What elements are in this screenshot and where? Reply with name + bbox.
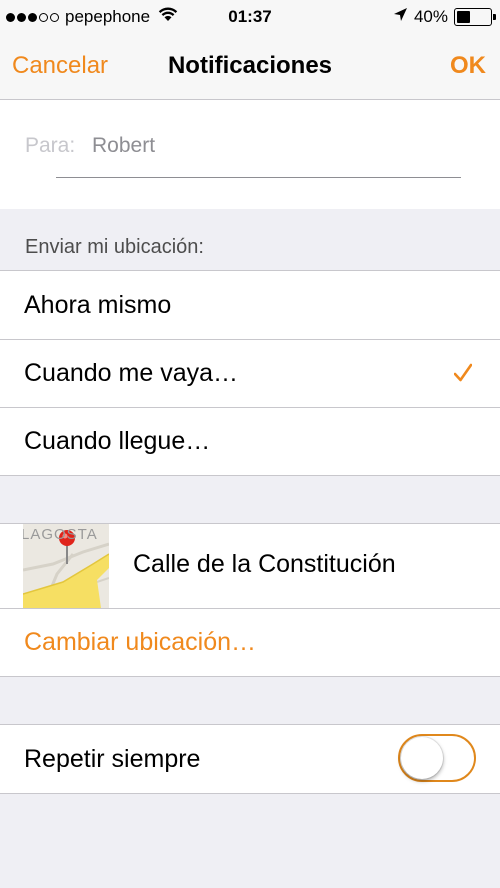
- recipient-underline: [56, 177, 461, 178]
- option-label: Cuando me vaya…: [24, 358, 239, 387]
- navigation-bar: Cancelar Notificaciones OK: [0, 34, 500, 100]
- option-now[interactable]: Ahora mismo: [0, 271, 500, 339]
- ok-button[interactable]: OK: [450, 52, 486, 80]
- battery-fill: [457, 11, 470, 23]
- repeat-group: Repetir siempre: [0, 724, 500, 794]
- repeat-label: Repetir siempre: [24, 744, 201, 773]
- option-when-leave[interactable]: Cuando me vaya…: [0, 339, 500, 407]
- option-label: Cuando llegue…: [24, 426, 211, 455]
- location-group: LAGOSTA Calle de la Constitución Cambiar…: [0, 523, 500, 677]
- checkmark-icon: [454, 363, 472, 382]
- location-arrow-icon: [393, 7, 408, 27]
- recipient-label: Para:: [25, 134, 76, 157]
- change-location-label: Cambiar ubicación…: [24, 627, 257, 656]
- location-address: Calle de la Constitución: [133, 550, 396, 578]
- change-location-button[interactable]: Cambiar ubicación…: [0, 608, 500, 676]
- toggle-knob: [401, 737, 443, 779]
- repeat-toggle[interactable]: [398, 734, 476, 782]
- recipient-field[interactable]: Robert: [92, 134, 155, 158]
- battery-icon: [454, 8, 496, 26]
- status-bar: pepephone 01:37 40%: [0, 0, 500, 34]
- cancel-button[interactable]: Cancelar: [12, 52, 108, 80]
- option-when-arrive[interactable]: Cuando llegue…: [0, 407, 500, 475]
- repeat-row: Repetir siempre: [0, 725, 500, 793]
- battery-percent: 40%: [413, 7, 448, 26]
- send-location-header: Enviar mi ubicación:: [25, 236, 204, 258]
- location-row[interactable]: LAGOSTA Calle de la Constitución: [0, 524, 500, 608]
- map-thumbnail: LAGOSTA: [23, 524, 109, 608]
- send-location-options: Ahora mismo Cuando me vaya… Cuando llegu…: [0, 270, 500, 476]
- recipient-section: Para: Robert: [0, 100, 500, 209]
- map-label: LAGOSTA: [23, 526, 98, 543]
- option-label: Ahora mismo: [24, 290, 172, 319]
- status-bar-right: 40%: [393, 7, 496, 27]
